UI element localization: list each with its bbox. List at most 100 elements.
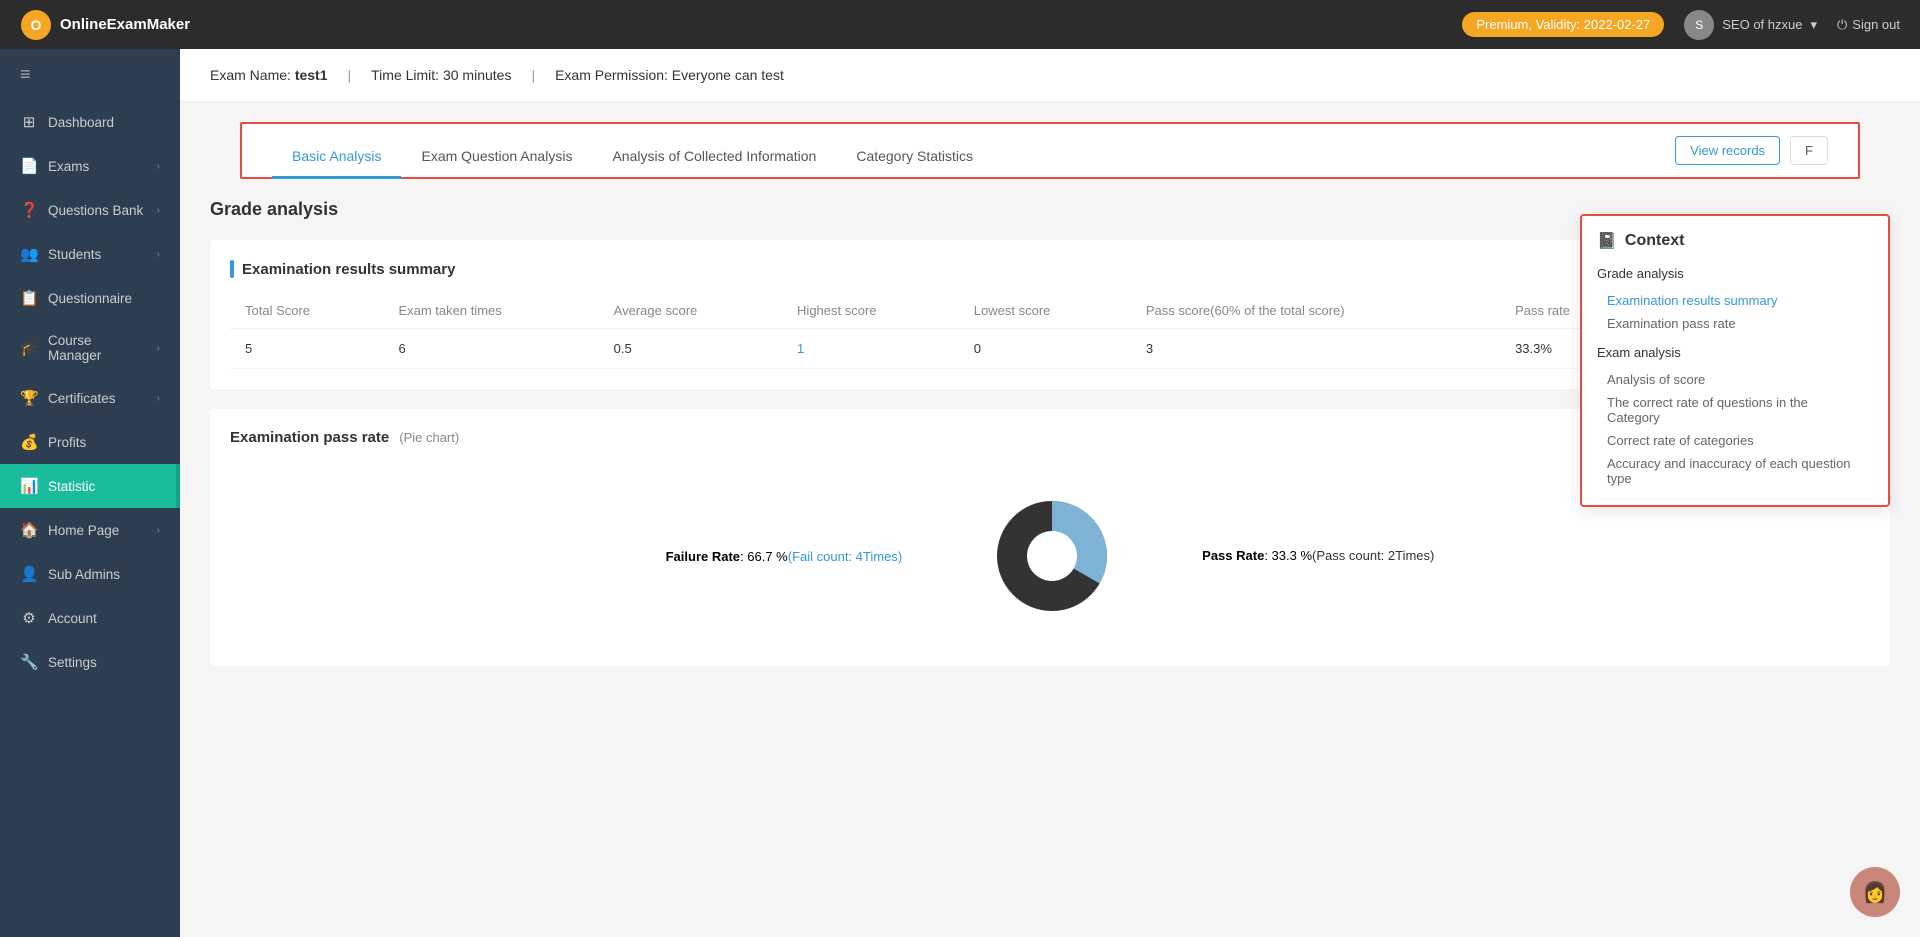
context-item-correct-rate-categories[interactable]: Correct rate of categories xyxy=(1597,429,1873,452)
sidebar-label-course-manager: Course Manager xyxy=(48,333,147,363)
notebook-icon: 📓 xyxy=(1597,231,1617,251)
sidebar-label-exams: Exams xyxy=(48,159,89,174)
table-cell: 0 xyxy=(959,329,1131,369)
table-column-header: Pass score(60% of the total score) xyxy=(1131,293,1500,329)
table-cell: 0.5 xyxy=(599,329,782,369)
sidebar-label-home-page: Home Page xyxy=(48,523,119,538)
separator-2: | xyxy=(531,67,535,83)
pass-rate-subtitle: (Pie chart) xyxy=(399,430,459,445)
results-title-text: Examination results summary xyxy=(242,261,455,278)
sidebar-item-settings[interactable]: 🔧 Settings xyxy=(0,640,180,684)
tab-basic-analysis[interactable]: Basic Analysis xyxy=(272,136,401,179)
context-item-examination-results-summary[interactable]: Examination results summary xyxy=(1597,289,1873,312)
table-cell: 1 xyxy=(782,329,959,369)
sidebar-icon-certificates: 🏆 xyxy=(20,389,38,407)
pass-rate-display: 33.3 % xyxy=(1272,548,1312,563)
failure-label: Failure Rate: 66.7 %(Fail count: 4Times) xyxy=(666,549,903,564)
sidebar-item-profits[interactable]: 💰 Profits xyxy=(0,420,180,464)
menu-toggle[interactable]: ≡ xyxy=(0,49,180,100)
sidebar-icon-dashboard: ⊞ xyxy=(20,113,38,131)
sidebar-label-profits: Profits xyxy=(48,435,86,450)
tab-category-statistics[interactable]: Category Statistics xyxy=(836,136,993,179)
sidebar-item-questions-bank[interactable]: ❓ Questions Bank › xyxy=(0,188,180,232)
context-item-examination-pass-rate[interactable]: Examination pass rate xyxy=(1597,312,1873,335)
sidebar-icon-questionnaire: 📋 xyxy=(20,289,38,307)
pie-center xyxy=(1027,531,1077,581)
sidebar-icon-statistic: 📊 xyxy=(20,477,38,495)
fail-count: 4Times xyxy=(856,549,898,564)
user-name: SEO of hzxue xyxy=(1722,17,1802,32)
sidebar-icon-exams: 📄 xyxy=(20,157,38,175)
sidebar-label-statistic: Statistic xyxy=(48,479,95,494)
tab-exam-question-analysis[interactable]: Exam Question Analysis xyxy=(401,136,592,179)
sidebar-item-home-page[interactable]: 🏠 Home Page › xyxy=(0,508,180,552)
permission-value: Everyone can test xyxy=(672,67,784,83)
sidebar-label-account: Account xyxy=(48,611,97,626)
sidebar-item-account[interactable]: ⚙ Account xyxy=(0,596,180,640)
sidebar-label-dashboard: Dashboard xyxy=(48,115,114,130)
sign-out-button[interactable]: ⏻ Sign out xyxy=(1837,17,1900,33)
sidebar-icon-course-manager: 🎓 xyxy=(20,339,38,357)
main-layout: ≡ ⊞ Dashboard 📄 Exams › ❓ Questions Bank… xyxy=(0,49,1920,937)
pass-rate-text: Pass Rate: 33.3 %(Pass count: 2Times) xyxy=(1202,548,1434,563)
context-title-text: Context xyxy=(1625,232,1685,250)
separator-1: | xyxy=(348,67,352,83)
sidebar-item-questionnaire[interactable]: 📋 Questionnaire xyxy=(0,276,180,320)
chevron-right-icon: › xyxy=(157,525,160,536)
failure-rate-value: 66.7 % xyxy=(747,549,787,564)
tab-analysis-collected[interactable]: Analysis of Collected Information xyxy=(592,136,836,179)
sidebar-icon-account: ⚙ xyxy=(20,609,38,627)
table-column-header: Lowest score xyxy=(959,293,1131,329)
sidebar-label-students: Students xyxy=(48,247,101,262)
exam-name-label: Exam Name: test1 xyxy=(210,67,328,83)
sidebar-item-statistic[interactable]: 📊 Statistic xyxy=(0,464,180,508)
table-column-header: Exam taken times xyxy=(383,293,598,329)
pass-count: 2Times xyxy=(1388,548,1430,563)
sidebar-icon-home-page: 🏠 xyxy=(20,521,38,539)
sidebar-icon-sub-admins: 👤 xyxy=(20,565,38,583)
sign-out-label: Sign out xyxy=(1852,17,1900,32)
time-limit-label: Time Limit: 30 minutes xyxy=(371,67,511,83)
context-item-correct-rate-questions[interactable]: The correct rate of questions in the Cat… xyxy=(1597,391,1873,429)
sidebar-item-sub-admins[interactable]: 👤 Sub Admins xyxy=(0,552,180,596)
chevron-right-icon: › xyxy=(157,249,160,260)
logo-text: OnlineExamMaker xyxy=(60,16,190,33)
table-column-header: Total Score xyxy=(230,293,383,329)
content-area: Exam Name: test1 | Time Limit: 30 minute… xyxy=(180,49,1920,937)
view-records-button[interactable]: View records xyxy=(1675,136,1780,165)
filter-button[interactable]: F xyxy=(1790,136,1828,165)
sign-out-icon: ⏻ xyxy=(1837,17,1847,33)
user-avatar-large[interactable]: 👩 xyxy=(1850,867,1900,917)
sidebar-item-exams[interactable]: 📄 Exams › xyxy=(0,144,180,188)
sidebar-icon-questions-bank: ❓ xyxy=(20,201,38,219)
chevron-right-icon: › xyxy=(157,393,160,404)
sidebar-item-dashboard[interactable]: ⊞ Dashboard xyxy=(0,100,180,144)
sidebar-item-students[interactable]: 👥 Students › xyxy=(0,232,180,276)
sidebar-icon-profits: 💰 xyxy=(20,433,38,451)
time-limit-value: 30 minutes xyxy=(443,67,511,83)
user-info[interactable]: S SEO of hzxue ▾ xyxy=(1684,10,1817,40)
pass-label-container: Pass Rate: 33.3 %(Pass count: 2Times) xyxy=(1202,547,1434,565)
context-item-accuracy-inaccuracy[interactable]: Accuracy and inaccuracy of each question… xyxy=(1597,452,1873,490)
table-cell: 6 xyxy=(383,329,598,369)
sidebar-item-course-manager[interactable]: 🎓 Course Manager › xyxy=(0,320,180,376)
table-column-header: Average score xyxy=(599,293,782,329)
premium-badge: Premium, Validity: 2022-02-27 xyxy=(1462,12,1664,37)
table-cell: 5 xyxy=(230,329,383,369)
context-exam-label: Exam analysis xyxy=(1597,345,1873,360)
pass-rate-title-text: Examination pass rate xyxy=(230,429,389,446)
pie-chart xyxy=(982,486,1122,626)
avatar: S xyxy=(1684,10,1714,40)
tabs-section: Basic AnalysisExam Question AnalysisAnal… xyxy=(240,122,1860,179)
failure-rate-text: Failure Rate: 66.7 %(Fail count: 4Times) xyxy=(666,549,903,564)
exam-info-bar: Exam Name: test1 | Time Limit: 30 minute… xyxy=(180,49,1920,102)
sidebar-label-certificates: Certificates xyxy=(48,391,116,406)
sidebar-label-questionnaire: Questionnaire xyxy=(48,291,132,306)
chevron-right-icon: › xyxy=(157,205,160,216)
sidebar-icon-students: 👥 xyxy=(20,245,38,263)
exam-name-value: test1 xyxy=(295,67,328,83)
context-item-analysis-of-score[interactable]: Analysis of score xyxy=(1597,368,1873,391)
permission-label: Exam Permission: Everyone can test xyxy=(555,67,784,83)
sidebar-label-settings: Settings xyxy=(48,655,97,670)
sidebar-item-certificates[interactable]: 🏆 Certificates › xyxy=(0,376,180,420)
